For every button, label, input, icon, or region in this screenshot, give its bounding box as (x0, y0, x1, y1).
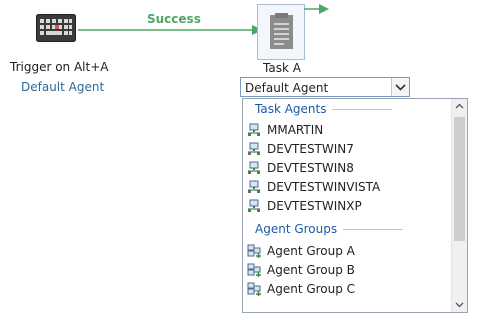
document-icon (269, 13, 295, 54)
list-item[interactable]: Agent Group B (245, 260, 449, 279)
list-item[interactable]: Agent Group C (245, 279, 449, 298)
network-computer-icon (247, 180, 261, 194)
task-output-arrow[interactable] (304, 3, 330, 15)
agent-group-icon (247, 244, 261, 258)
scrollbar-thumb[interactable] (454, 117, 465, 241)
divider (343, 228, 404, 230)
agent-group-icon (247, 263, 261, 277)
agent-group-icon (247, 282, 261, 296)
keyboard-icon[interactable] (36, 14, 76, 42)
list-item[interactable]: Agent Group A (245, 241, 449, 260)
vertical-scrollbar[interactable] (451, 99, 467, 312)
scroll-up-icon[interactable] (452, 99, 467, 113)
list-item[interactable]: DEVTESTWINVISTA (245, 177, 449, 196)
network-computer-icon (247, 199, 261, 213)
agent-select[interactable]: Default Agent (240, 77, 410, 97)
scroll-down-icon[interactable] (452, 298, 467, 312)
list-item[interactable]: DEVTESTWIN8 (245, 158, 449, 177)
list-item[interactable]: DEVTESTWIN7 (245, 139, 449, 158)
connector-label: Success (147, 12, 201, 26)
network-computer-icon (247, 123, 261, 137)
task-agents-header: Task Agents (255, 102, 393, 116)
trigger-agent-link[interactable]: Default Agent (21, 80, 104, 94)
divider (332, 108, 393, 110)
network-computer-icon (247, 161, 261, 175)
chevron-down-icon[interactable] (391, 78, 409, 96)
list-item[interactable]: DEVTESTWINXP (245, 196, 449, 215)
agent-select-value: Default Agent (245, 81, 329, 95)
network-computer-icon (247, 142, 261, 156)
agent-dropdown-list[interactable]: Task Agents MMARTIN DEVTESTWIN7 DEVTESTW… (242, 98, 468, 313)
list-item[interactable]: MMARTIN (245, 120, 449, 139)
task-label: Task A (263, 61, 301, 75)
trigger-label: Trigger on Alt+A (10, 60, 109, 74)
agent-groups-header: Agent Groups (255, 222, 404, 236)
task-node[interactable] (257, 4, 305, 60)
